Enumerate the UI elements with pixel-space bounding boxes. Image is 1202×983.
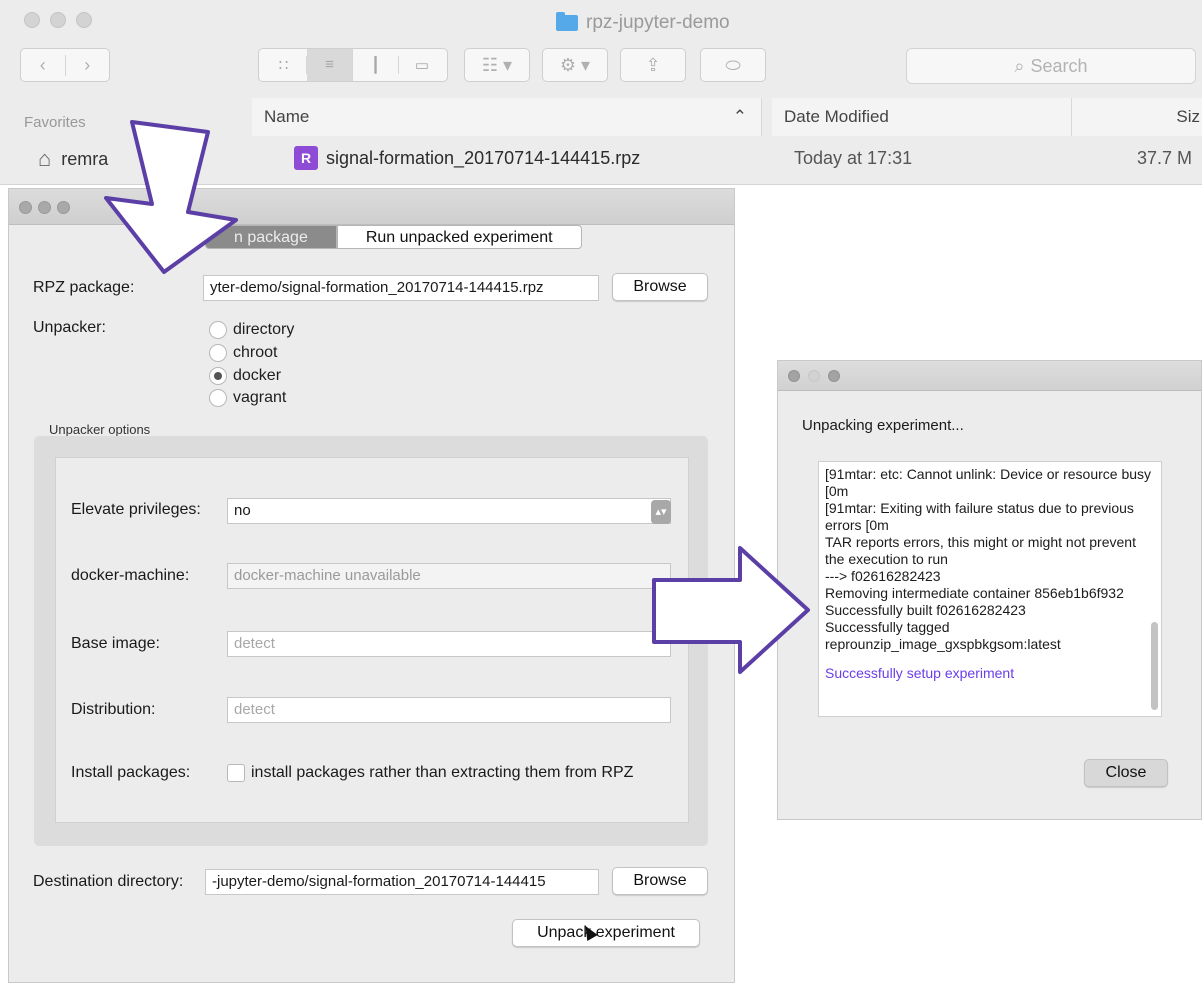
minimize-icon[interactable]: [808, 370, 820, 382]
rpz-file-icon: R: [294, 146, 318, 170]
icon-view-icon[interactable]: ∷: [261, 56, 307, 74]
destination-directory-field[interactable]: -jupyter-demo/signal-formation_20170714-…: [205, 869, 599, 895]
zoom-icon[interactable]: [828, 370, 840, 382]
gallery-view-icon[interactable]: ▭: [399, 56, 445, 74]
close-icon[interactable]: [24, 12, 40, 28]
install-packages-checkbox-label: install packages rather than extracting …: [251, 764, 634, 781]
radio-button-selected[interactable]: [209, 367, 227, 385]
share-icon: ⇪: [645, 54, 661, 75]
column-header-date[interactable]: Date Modified: [772, 98, 1072, 136]
docker-machine-label: docker-machine:: [71, 567, 190, 584]
log-line: Removing intermediate container 856eb1b6…: [825, 585, 1124, 601]
destination-directory-label: Destination directory:: [33, 873, 184, 890]
docker-machine-select[interactable]: docker-machine unavailable: [227, 563, 671, 589]
gear-icon: ⚙ ▾: [559, 54, 591, 75]
down-arrow-annotation-icon: [104, 120, 238, 274]
action-button[interactable]: ⚙ ▾: [542, 48, 608, 82]
rpz-package-label: RPZ package:: [33, 279, 135, 296]
file-size-cell: 37.7 M: [1136, 147, 1192, 168]
unpacking-heading: Unpacking experiment...: [802, 417, 964, 434]
base-image-label: Base image:: [71, 635, 160, 652]
unpacking-progress-dialog: Unpacking experiment... [91mtar: etc: Ca…: [777, 360, 1202, 820]
log-line: [91mtar: Exiting with failure status due…: [825, 500, 1138, 533]
minimize-icon[interactable]: [50, 12, 66, 28]
search-icon: ⌕: [1014, 55, 1025, 76]
log-output[interactable]: [91mtar: etc: Cannot unlink: Device or r…: [818, 461, 1162, 717]
search-input[interactable]: ⌕ Search: [906, 48, 1196, 84]
zoom-icon[interactable]: [57, 201, 70, 214]
log-line: Successfully tagged reprounzip_image_gxs…: [825, 619, 1061, 652]
unpacker-options-label: Unpacker options: [49, 422, 151, 437]
unpack-dialog: n package Run unpacked experiment RPZ pa…: [8, 188, 735, 983]
distribution-field[interactable]: detect: [227, 697, 671, 723]
file-row[interactable]: R signal-formation_20170714-144415.rpz T…: [252, 140, 1202, 176]
file-date-cell: Today at 17:31: [794, 147, 913, 168]
log-scrollbar[interactable]: [1151, 622, 1158, 710]
column-header-name[interactable]: Name ⌃: [252, 98, 762, 136]
install-packages-label: Install packages:: [71, 764, 191, 781]
sidebar-header: Favorites: [24, 114, 86, 131]
radio-directory[interactable]: directory: [209, 321, 294, 339]
list-view-icon[interactable]: ≡: [307, 49, 353, 81]
unpacker-label: Unpacker:: [33, 319, 106, 336]
close-button[interactable]: Close: [1084, 759, 1168, 787]
log-line: ---> f02616282423: [825, 568, 941, 584]
minimize-icon[interactable]: [38, 201, 51, 214]
share-button[interactable]: ⇪: [620, 48, 686, 82]
tags-button[interactable]: ⬭: [700, 48, 766, 82]
right-arrow-annotation-icon: [652, 546, 810, 674]
log-line: [91mtar: etc: Cannot unlink: Device or r…: [825, 466, 1155, 499]
window-title: rpz-jupyter-demo: [556, 12, 730, 34]
grid-icon: ☷ ▾: [481, 54, 513, 75]
distribution-label: Distribution:: [71, 701, 156, 718]
elevate-privileges-label: Elevate privileges:: [71, 501, 201, 518]
progress-dialog-titlebar: [778, 361, 1201, 391]
radio-button[interactable]: [209, 321, 227, 339]
chevron-updown-icon[interactable]: ▴▾: [651, 500, 671, 524]
radio-chroot[interactable]: chroot: [209, 344, 277, 362]
log-line: Successfully built f02616282423: [825, 602, 1026, 618]
view-mode-segmented[interactable]: ∷ ≡ ┃ ▭: [258, 48, 448, 82]
close-icon[interactable]: [788, 370, 800, 382]
unpack-experiment-button[interactable]: Unpack experiment: [512, 919, 700, 947]
radio-docker[interactable]: docker: [209, 367, 281, 385]
zoom-icon[interactable]: [76, 12, 92, 28]
chevron-right-icon[interactable]: ›: [66, 55, 110, 76]
install-packages-checkbox[interactable]: [227, 764, 245, 782]
close-icon[interactable]: [19, 201, 32, 214]
tab-run-unpacked-experiment[interactable]: Run unpacked experiment: [336, 225, 582, 249]
radio-button[interactable]: [209, 389, 227, 407]
column-header-size[interactable]: Siz: [1072, 98, 1202, 136]
sort-ascending-icon: ⌃: [732, 107, 747, 126]
radio-button[interactable]: [209, 344, 227, 362]
success-message: Successfully setup experiment: [825, 665, 1015, 681]
group-button[interactable]: ☷ ▾: [464, 48, 530, 82]
chevron-left-icon[interactable]: ‹: [21, 54, 66, 76]
tab-bar: n package Run unpacked experiment: [205, 225, 582, 249]
sidebar-item-home[interactable]: ⌂ remra: [38, 146, 108, 172]
base-image-field[interactable]: detect: [227, 631, 671, 657]
elevate-privileges-select[interactable]: no: [227, 498, 671, 524]
radio-vagrant[interactable]: vagrant: [209, 389, 286, 407]
finder-traffic-lights[interactable]: [24, 12, 92, 28]
tag-icon: ⬭: [725, 54, 741, 75]
destination-browse-button[interactable]: Browse: [612, 867, 708, 895]
file-name-cell: R signal-formation_20170714-144415.rpz: [252, 146, 762, 170]
column-view-icon[interactable]: ┃: [353, 56, 399, 74]
rpz-browse-button[interactable]: Browse: [612, 273, 708, 301]
home-icon: ⌂: [38, 146, 52, 171]
back-forward-buttons[interactable]: ‹ ›: [20, 48, 110, 82]
folder-icon: [556, 12, 578, 31]
rpz-package-field[interactable]: yter-demo/signal-formation_20170714-1444…: [203, 275, 599, 301]
log-line: TAR reports errors, this might or might …: [825, 534, 1140, 567]
